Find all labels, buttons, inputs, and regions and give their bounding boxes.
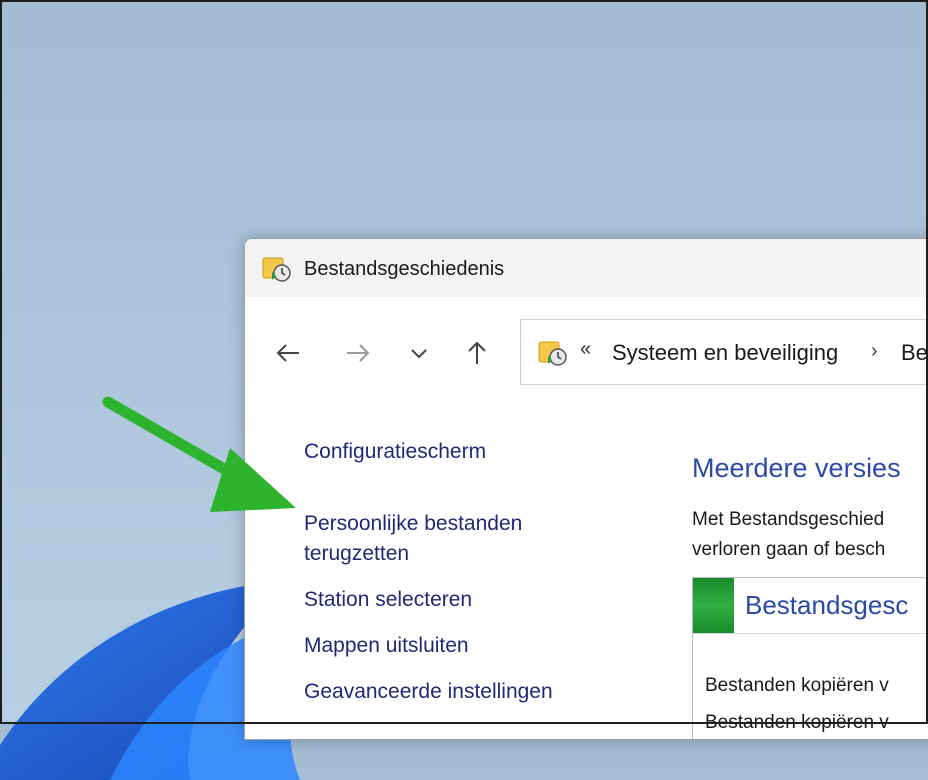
description-line: Met Bestandsgeschied bbox=[692, 509, 885, 530]
breadcrumb-file-history[interactable]: Be bbox=[901, 340, 928, 366]
up-arrow-icon bbox=[468, 341, 486, 364]
breadcrumb-separator[interactable]: › bbox=[871, 340, 878, 363]
back-arrow-icon bbox=[276, 344, 299, 362]
back-button[interactable] bbox=[272, 337, 304, 369]
file-history-icon bbox=[538, 341, 567, 366]
sidebar-item-advanced-settings[interactable]: Geavanceerde instellingen bbox=[304, 677, 553, 707]
description-line: verloren gaan of besch bbox=[692, 539, 886, 560]
recent-locations-button[interactable] bbox=[403, 337, 435, 369]
sidebar-item-restore-personal-files[interactable]: Persoonlijke bestanden terugzetten bbox=[304, 509, 522, 569]
status-line: Bestanden kopiëren v bbox=[705, 712, 889, 733]
address-bar[interactable]: « Systeem en beveiliging › Be bbox=[520, 319, 928, 385]
forward-arrow-icon bbox=[347, 344, 370, 362]
main-content: Meerdere versies Met Bestandsgeschied ve… bbox=[692, 397, 928, 739]
title-bar[interactable]: Bestandsgeschiedenis bbox=[245, 239, 928, 297]
sidebar-item-exclude-folders[interactable]: Mappen uitsluiten bbox=[304, 631, 469, 661]
file-history-icon bbox=[262, 257, 291, 282]
status-panel-title: Bestandsgesc bbox=[745, 590, 909, 620]
forward-button[interactable] bbox=[342, 337, 374, 369]
status-color-bar bbox=[693, 578, 734, 633]
sidebar-item-label: terugzetten bbox=[304, 542, 410, 565]
divider bbox=[693, 633, 928, 634]
file-history-window: Bestandsgeschiedenis « Systeem en beveil… bbox=[244, 238, 928, 740]
sidebar-item-label: Persoonlijke bestanden bbox=[304, 512, 523, 535]
breadcrumb-system-security[interactable]: Systeem en beveiliging bbox=[612, 340, 838, 366]
sidebar-item-select-drive[interactable]: Station selecteren bbox=[304, 585, 472, 615]
breadcrumb-overflow[interactable]: « bbox=[580, 338, 591, 361]
navigation-bar: « Systeem en beveiliging › Be bbox=[245, 297, 928, 397]
page-description: Met Bestandsgeschied verloren gaan of be… bbox=[692, 505, 885, 565]
sidebar-item-control-panel[interactable]: Configuratiescherm bbox=[304, 437, 486, 467]
status-line: Bestanden kopiëren v bbox=[705, 675, 889, 696]
annotation-arrow-icon bbox=[102, 396, 296, 512]
chevron-down-icon bbox=[411, 349, 427, 359]
up-button[interactable] bbox=[461, 337, 493, 369]
window-title: Bestandsgeschiedenis bbox=[304, 258, 505, 280]
page-title: Meerdere versies bbox=[692, 453, 901, 483]
status-panel: Bestandsgesc Bestanden kopiëren v Bestan… bbox=[692, 577, 928, 739]
